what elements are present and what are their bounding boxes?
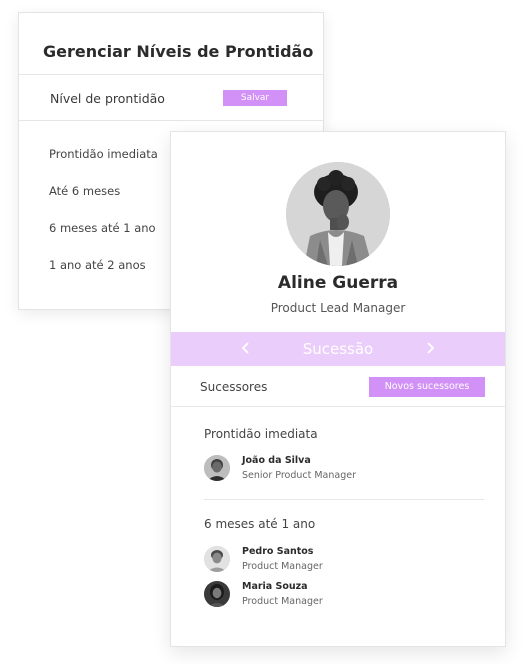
successor-item[interactable]: João da Silva Senior Product Manager: [204, 453, 464, 483]
successor-role: Product Manager: [242, 561, 323, 572]
divider: [204, 499, 484, 500]
succession-title: Sucessão: [302, 340, 374, 358]
new-successors-button[interactable]: Novos sucessores: [369, 377, 485, 397]
avatar: [204, 455, 230, 481]
divider: [19, 74, 323, 75]
profile-name: Aline Guerra: [277, 273, 399, 293]
successor-name: João da Silva: [242, 455, 311, 466]
successor-name: Maria Souza: [242, 581, 308, 592]
avatar: [204, 581, 230, 607]
successor-group-title: 6 meses até 1 ano: [204, 517, 316, 531]
readiness-level-item[interactable]: 6 meses até 1 ano: [49, 221, 156, 235]
successor-name: Pedro Santos: [242, 546, 314, 557]
readiness-level-item[interactable]: Prontidão imediata: [49, 147, 158, 161]
successor-role: Product Manager: [242, 596, 323, 607]
successor-item[interactable]: Maria Souza Product Manager: [204, 579, 464, 609]
readiness-level-label: Nível de prontidão: [50, 91, 165, 106]
successors-label: Sucessores: [200, 380, 268, 394]
successor-group-title: Prontidão imediata: [204, 427, 318, 441]
profile-role: Product Lead Manager: [270, 301, 406, 315]
profile-avatar: [286, 162, 390, 266]
readiness-level-item[interactable]: 1 ano até 2 anos: [49, 258, 146, 272]
chevron-right-icon[interactable]: [423, 341, 437, 355]
divider: [19, 120, 323, 121]
divider: [171, 406, 505, 407]
readiness-level-item[interactable]: Até 6 meses: [49, 184, 120, 198]
readiness-card-title: Gerenciar Níveis de Prontidão: [43, 42, 314, 61]
succession-header-bar: Sucessão: [171, 332, 505, 366]
succession-card: Aline Guerra Product Lead Manager Sucess…: [170, 131, 506, 647]
successor-role: Senior Product Manager: [242, 470, 357, 481]
successor-item[interactable]: Pedro Santos Product Manager: [204, 544, 464, 574]
person-photo-avatar-icon: [286, 162, 390, 266]
avatar: [204, 546, 230, 572]
save-button[interactable]: Salvar: [223, 90, 287, 106]
